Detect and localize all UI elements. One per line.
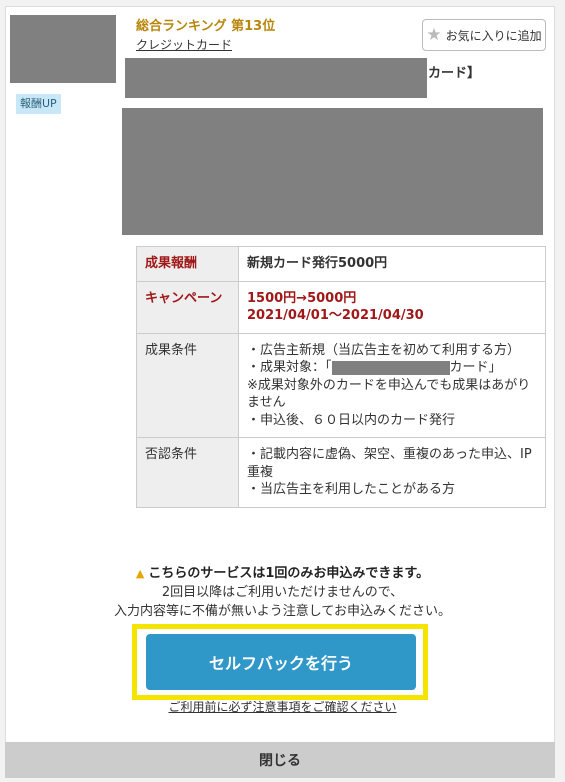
table-row: 成果条件 ・広告主新規（当広告主を初めて利用する方） ・成果対象：「 カード」 ※…	[136, 332, 546, 439]
notice-main-text: こちらのサービスは1回のみお申込みできます。	[148, 566, 430, 581]
row-label-reward: 成果報酬	[136, 246, 239, 282]
offer-details-table: 成果報酬 新規カード発行5000円 キャンペーン 1500円→5000円 202…	[136, 246, 546, 509]
row-value-reward: 新規カード発行5000円	[238, 246, 546, 282]
table-row: キャンペーン 1500円→5000円 2021/04/01～2021/04/30	[136, 280, 546, 334]
row-value-conditions: ・広告主新規（当広告主を初めて利用する方） ・成果対象：「 カード」 ※成果対象外…	[238, 332, 546, 439]
row-label-rejection: 否認条件	[136, 437, 239, 509]
add-favorite-button[interactable]: ★ お気に入りに追加	[422, 19, 546, 51]
condition-target-prefix: ・成果対象：「	[247, 360, 332, 376]
title-suffix: カード】	[428, 66, 481, 81]
warning-icon: ▲	[135, 567, 145, 580]
self-back-button[interactable]: セルフバックを行う	[146, 634, 416, 690]
reward-up-badge: 報酬UP	[16, 94, 61, 114]
condition-target-suffix: カード」	[449, 360, 502, 376]
notice-main: ▲ こちらのサービスは1回のみお申込みできます。	[0, 565, 565, 584]
row-label-campaign: キャンペーン	[136, 280, 239, 334]
favorite-label: お気に入りに追加	[445, 28, 542, 43]
redacted-card-name	[331, 360, 450, 375]
redacted-title	[125, 58, 427, 98]
row-value-rejection: ・記載内容に虚偽、架空、重複のあった申込、IP重複 ・当広告主を利用したことがあ…	[238, 437, 546, 509]
row-label-conditions: 成果条件	[136, 332, 239, 439]
star-icon: ★	[426, 24, 442, 45]
condition-line: ・成果対象：「 カード」	[247, 359, 537, 377]
category-link[interactable]: クレジットカード	[136, 36, 232, 53]
campaign-amount: 1500円→5000円	[247, 290, 357, 306]
table-row: 否認条件 ・記載内容に虚偽、架空、重複のあった申込、IP重複 ・当広告主を利用し…	[136, 437, 546, 509]
condition-line: ・広告主新規（当広告主を初めて利用する方）	[247, 342, 521, 358]
condition-line: ・申込後、６０日以内のカード発行	[247, 412, 456, 428]
notice-line-2: 2回目以降はご利用いただけませんので、	[161, 584, 404, 600]
rejection-line: ・当広告主を利用したことがある方	[247, 482, 456, 498]
offer-thumbnail[interactable]	[10, 15, 116, 83]
table-row: 成果報酬 新規カード発行5000円	[136, 246, 546, 282]
campaign-period: 2021/04/01～2021/04/30	[247, 308, 424, 324]
condition-line: ※成果対象外のカードを申込んでも成果はあがりません	[247, 377, 531, 411]
ranking-label: 総合ランキング 第13位	[136, 19, 276, 34]
row-value-campaign: 1500円→5000円 2021/04/01～2021/04/30	[238, 280, 546, 334]
terms-link[interactable]: ご利用前に必ず注意事項をご確認ください	[0, 698, 565, 715]
close-button[interactable]: 閉じる	[5, 742, 555, 778]
rejection-line: ・記載内容に虚偽、架空、重複のあった申込、IP重複	[247, 447, 532, 480]
notice-line-3: 入力内容等に不備が無いよう注意してお申込みください。	[114, 603, 451, 619]
usage-notice: ▲ こちらのサービスは1回のみお申込みできます。 2回目以降はご利用いただけません…	[0, 565, 565, 622]
offer-banner-image[interactable]	[122, 108, 543, 235]
